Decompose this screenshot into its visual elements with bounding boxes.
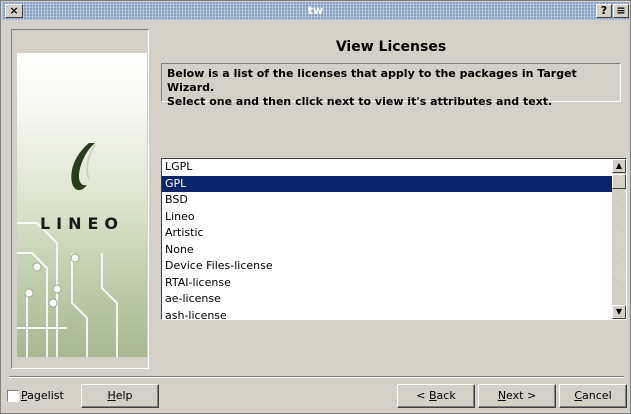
lineo-side-image [17, 53, 147, 357]
scroll-thumb[interactable] [612, 174, 626, 189]
vertical-scrollbar[interactable]: ▲ ▼ [612, 159, 626, 319]
title-bar[interactable]: tw × ? ≡ [2, 2, 629, 20]
wizard-window: tw × ? ≡ LINEO View Licenses Below is a … [0, 0, 631, 414]
license-list-item[interactable]: None [162, 242, 613, 259]
lineo-logo: LINEO [39, 214, 125, 233]
pagelist-label[interactable]: Pagelist [21, 389, 64, 402]
next-rest: ext > [506, 389, 537, 402]
back-prefix: < [416, 389, 429, 402]
description-line-2: Select one and then click next to view i… [167, 95, 553, 108]
license-list-item[interactable]: GPL [162, 175, 613, 192]
license-list-item[interactable]: BSD [162, 192, 613, 209]
help-button[interactable]: Help [81, 384, 159, 408]
license-listbox[interactable]: LGPL GPL BSD Lineo Artistic None Device Files-… [161, 158, 627, 320]
scroll-down-icon[interactable]: ▼ [612, 305, 626, 319]
next-mnemonic: N [497, 389, 507, 402]
license-list-item[interactable]: Lineo [162, 209, 613, 226]
license-list-item[interactable]: ash-license [162, 308, 613, 320]
license-list-item[interactable]: RTAI-license [162, 275, 613, 292]
back-button[interactable]: < Back [397, 384, 475, 408]
page-description: Below is a list of the licenses that app… [161, 63, 621, 108]
page-title: View Licenses [335, 39, 447, 55]
help-mnemonic: H [107, 389, 116, 402]
close-icon[interactable]: × [5, 4, 23, 18]
back-rest: ack [436, 389, 456, 402]
window-menu-icon[interactable]: ≡ [613, 4, 629, 18]
window-title: tw [307, 4, 324, 17]
license-list-item[interactable]: Artistic [162, 225, 613, 242]
license-list[interactable]: LGPL GPL BSD Lineo Artistic None Device Files-… [162, 159, 613, 319]
license-list-item[interactable]: Device Files-license [162, 258, 613, 275]
next-button[interactable]: Next > [478, 384, 556, 408]
pagelist-rest: agelist [27, 389, 64, 402]
cancel-rest: ancel [582, 389, 612, 402]
circuit-graphic [17, 143, 118, 357]
license-list-item[interactable]: LGPL [162, 159, 613, 176]
pagelist-checkbox[interactable] [7, 390, 19, 402]
footer-separator [9, 376, 624, 378]
help-icon[interactable]: ? [596, 4, 612, 18]
help-rest: elp [115, 389, 133, 402]
cancel-button[interactable]: Cancel [559, 384, 627, 408]
cancel-mnemonic: C [574, 389, 583, 402]
scroll-up-icon[interactable]: ▲ [612, 159, 626, 173]
license-list-item[interactable]: ae-license [162, 291, 613, 308]
description-line-1: Below is a list of the licenses that app… [167, 67, 577, 94]
back-mnemonic: B [429, 389, 437, 402]
